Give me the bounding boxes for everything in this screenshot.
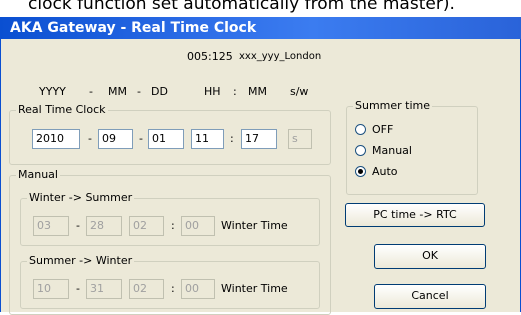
device-name: xxx_yyy_London: [239, 51, 322, 62]
header-dash-1: -: [89, 85, 93, 98]
rtc-dash-2: -: [139, 132, 143, 145]
summer-to-winter-group: Summer -> Winter 10 - 31 02 : 00 Winter …: [20, 254, 320, 309]
w2s-colon: :: [171, 219, 175, 232]
w2s-hour-field: 02: [129, 216, 164, 236]
rtc-month-field[interactable]: 09: [98, 129, 133, 149]
radio-selected-dot-icon: [358, 169, 363, 174]
s2w-time-label: Winter Time: [221, 282, 288, 295]
s2w-hour-field: 02: [129, 279, 164, 299]
radio-manual-icon[interactable]: [355, 145, 366, 156]
rtc-sw-field: s: [288, 129, 312, 149]
header-mm: MM: [108, 85, 127, 98]
option-off-label: OFF: [372, 123, 394, 136]
header-dash-2: -: [137, 85, 141, 98]
w2s-minute-field: 00: [181, 216, 215, 236]
rtc-dash-1: -: [88, 132, 92, 145]
manual-group-label: Manual: [16, 168, 60, 181]
header-hh: HH: [204, 85, 221, 98]
w2s-dash: -: [76, 219, 80, 232]
winter-to-summer-group: Winter -> Summer 03 - 28 02 : 00 Winter …: [20, 191, 320, 246]
radio-auto-icon[interactable]: [355, 166, 366, 177]
s2w-colon: :: [171, 282, 175, 295]
option-auto-label: Auto: [372, 165, 398, 178]
s2w-month-field: 10: [33, 279, 69, 299]
rtc-group-label: Real Time Clock: [16, 103, 108, 116]
title-bar: AKA Gateway - Real Time Clock: [0, 17, 521, 39]
summer-time-group: Summer time OFF Manual Auto: [346, 99, 478, 195]
rtc-group: Real Time Clock 2010 - 09 - 01 11 : 17 s: [9, 103, 331, 165]
caption-text: clock function set automatically from th…: [28, 0, 455, 14]
header-sw: s/w: [290, 85, 309, 98]
rtc-colon: :: [230, 132, 234, 145]
document-caption: clock function set automatically from th…: [0, 0, 521, 18]
summer-time-label: Summer time: [353, 99, 433, 112]
w2s-time-label: Winter Time: [221, 219, 288, 232]
header-colon: :: [233, 85, 237, 98]
w2s-month-field: 03: [33, 216, 69, 236]
option-manual-label: Manual: [372, 144, 412, 157]
rtc-year-field[interactable]: 2010: [32, 129, 80, 149]
summer-to-winter-label: Summer -> Winter: [27, 254, 135, 267]
cancel-button[interactable]: Cancel: [374, 284, 486, 309]
w2s-day-field: 28: [86, 216, 122, 236]
radio-off-icon[interactable]: [355, 124, 366, 135]
s2w-dash: -: [76, 282, 80, 295]
s2w-day-field: 31: [86, 279, 122, 299]
rtc-dialog: 005:125 xxx_yyy_London YYYY - MM - DD HH…: [0, 39, 521, 315]
rtc-hour-field[interactable]: 11: [191, 129, 224, 149]
window-title: AKA Gateway - Real Time Clock: [10, 20, 257, 36]
ok-button[interactable]: OK: [374, 244, 486, 269]
rtc-day-field[interactable]: 01: [148, 129, 184, 149]
manual-group: Manual Winter -> Summer 03 - 28 02 : 00 …: [9, 168, 331, 315]
header-yyyy: YYYY: [39, 85, 66, 98]
pc-time-to-rtc-button[interactable]: PC time -> RTC: [345, 203, 485, 227]
header-min: MM: [248, 85, 267, 98]
header-dd: DD: [151, 85, 168, 98]
winter-to-summer-label: Winter -> Summer: [27, 191, 135, 204]
s2w-minute-field: 00: [181, 279, 215, 299]
rtc-minute-field[interactable]: 17: [241, 129, 277, 149]
device-id: 005:125: [187, 50, 233, 63]
